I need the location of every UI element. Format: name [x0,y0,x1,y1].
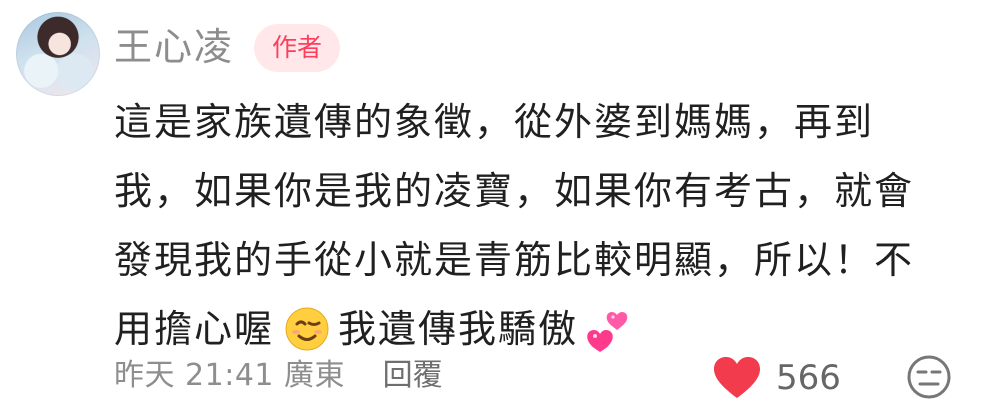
wink-emoji-icon [285,307,329,351]
comment-text: 這是家族遺傳的象徵，從外婆到媽媽，再到 我，如果你是我的凌寶，如果你有考古，就會… [114,88,974,364]
username[interactable]: 王心凌 [114,22,234,72]
comment-line-2: 我，如果你是我的凌寶，如果你有考古，就會 [114,169,915,213]
comment-meta: 昨天 21:41 廣東 回覆 [114,354,443,398]
avatar[interactable] [16,12,100,96]
comment-timestamp: 昨天 21:41 廣東 [114,358,346,393]
comment-line-4-part-2: 我遺傳我驕傲 [338,307,579,351]
comment-line-4-part-1: 用擔心喔 [114,307,275,351]
neutral-face-icon[interactable] [906,354,952,400]
comment-line-1: 這是家族遺傳的象徵，從外婆到媽媽，再到 [114,100,875,144]
comment-line-3: 發現我的手從小就是青筋比較明顯，所以！不 [114,238,915,282]
heart-icon[interactable] [712,356,762,400]
like-count: 566 [776,358,841,398]
two-hearts-emoji-icon [587,312,628,352]
author-badge: 作者 [254,24,341,72]
reply-button[interactable]: 回覆 [383,358,443,393]
like-button[interactable]: 566 [712,356,841,400]
